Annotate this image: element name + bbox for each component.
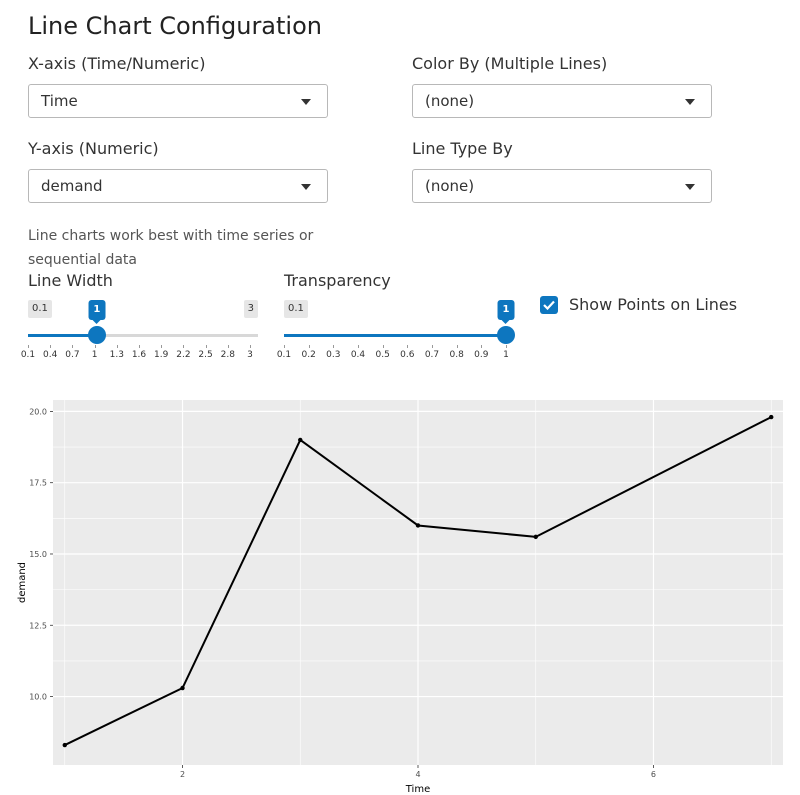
slider-tick-label: 0.3 [326, 350, 341, 360]
slider-tick [183, 345, 185, 348]
page-title: Line Chart Configuration [28, 12, 322, 40]
y-tick-label: 20.0 [29, 407, 47, 416]
y-axis-select[interactable]: demand [28, 169, 328, 203]
x-tick-label: 4 [415, 770, 420, 779]
y-tick-label: 15.0 [29, 550, 47, 559]
line-width-slider[interactable]: 0.1 3 1 0.1 0.4 0.7 1 1.3 1.6 1.9 2.2 2.5 2.8 3 [21, 300, 258, 370]
color-by-select-value: (none) [425, 92, 475, 110]
slider-tick-label: 1 [503, 350, 509, 360]
slider-tick-label: 0.7 [424, 350, 440, 360]
y-tick-label: 17.5 [29, 479, 47, 488]
data-point [769, 414, 774, 420]
slider-tick [94, 345, 96, 348]
x-tick-label: 6 [651, 770, 656, 779]
slider-tick-label: 0.1 [20, 350, 36, 360]
chevron-down-icon [301, 99, 311, 105]
show-points-label: Show Points on Lines [569, 295, 738, 314]
y-axis-label: Y-axis (Numeric) [28, 139, 159, 158]
x-tick-label: 2 [180, 770, 185, 779]
slider-tick [50, 345, 52, 348]
slider-tick-label: 0.5 [375, 350, 390, 360]
data-point [62, 742, 67, 748]
slider-tick [481, 345, 483, 348]
slider-tick [227, 345, 229, 348]
chevron-down-icon [301, 184, 311, 190]
slider-tick [407, 345, 409, 348]
slider-tick-label: 1.3 [109, 350, 124, 360]
data-point [415, 523, 421, 528]
slider-tick [284, 345, 285, 348]
x-axis-select-value: Time [41, 92, 78, 110]
x-axis-title: Time [405, 784, 430, 795]
line-type-by-select[interactable]: (none) [412, 169, 712, 203]
slider-value-label: 1 [88, 300, 106, 324]
slider-tick [250, 345, 251, 348]
slider-handle[interactable] [497, 326, 515, 344]
chevron-down-icon [685, 184, 695, 190]
slider-tick-label: 0.2 [301, 350, 316, 360]
y-tick-label: 12.5 [29, 621, 47, 630]
slider-tick [358, 345, 359, 348]
y-axis-title: demand [17, 562, 28, 603]
slider-tick-label: 0.4 [43, 350, 58, 360]
slider-tick-label: 2.8 [220, 350, 235, 360]
slider-tick-label: 1.9 [154, 350, 169, 360]
slider-tick [308, 345, 310, 348]
slider-tick-label: 1.6 [131, 350, 147, 360]
x-axis-label: X-axis (Time/Numeric) [28, 54, 206, 73]
slider-tick-label: 0.8 [449, 350, 464, 360]
help-text: Line charts work best with time series o… [28, 228, 314, 268]
slider-tick [116, 345, 118, 348]
slider-fill [28, 334, 97, 337]
line-type-by-label: Line Type By [412, 139, 513, 158]
color-by-select[interactable]: (none) [412, 84, 712, 118]
transparency-slider[interactable]: 0.1 1 0.1 0.2 0.3 0.4 0.5 0.6 0.7 0.8 0.9 1 [277, 300, 515, 370]
y-tick-label: 10.0 [29, 693, 47, 702]
slider-tick-label: 2.2 [176, 350, 191, 360]
checkmark-icon [543, 300, 555, 311]
slider-tick [506, 345, 507, 348]
slider-tick-label: 0.7 [65, 350, 80, 360]
slider-min-label: 0.1 [284, 300, 308, 318]
slider-tick [139, 345, 140, 348]
slider-handle[interactable] [87, 326, 106, 344]
slider-tick [161, 345, 163, 348]
slider-tick-label: 3 [247, 350, 253, 360]
slider-tick-label: 0.6 [400, 350, 415, 360]
slider-tick-label: 0.4 [350, 350, 366, 360]
x-axis-select[interactable]: Time [28, 84, 328, 118]
slider-value-label: 1 [497, 300, 515, 324]
line-width-label: Line Width [28, 271, 113, 290]
data-point [298, 437, 303, 443]
slider-fill [284, 334, 506, 337]
slider-tick-label: 1 [91, 350, 98, 360]
slider-tick [333, 345, 335, 348]
line-type-by-select-value: (none) [425, 177, 475, 195]
slider-tick [28, 345, 29, 348]
data-point [533, 534, 538, 540]
line-chart: 10.0 12.5 15.0 17.5 20.0 2 4 6 Time demand [17, 400, 783, 795]
slider-tick-label: 0.9 [474, 350, 489, 360]
data-point [180, 685, 185, 691]
slider-tick [432, 345, 433, 348]
show-points-checkbox[interactable] [540, 296, 558, 314]
slider-tick-label: 0.1 [276, 350, 292, 360]
color-by-label: Color By (Multiple Lines) [412, 54, 608, 73]
y-axis-select-value: demand [41, 177, 103, 195]
slider-max-label: 3 [243, 300, 258, 318]
slider-tick [456, 345, 458, 348]
slider-min-label: 0.1 [28, 300, 52, 318]
slider-tick [205, 345, 207, 348]
transparency-label: Transparency [284, 271, 391, 290]
slider-tick [72, 345, 74, 348]
slider-tick-label: 2.5 [198, 350, 213, 360]
chevron-down-icon [685, 99, 695, 105]
slider-tick [382, 345, 384, 348]
